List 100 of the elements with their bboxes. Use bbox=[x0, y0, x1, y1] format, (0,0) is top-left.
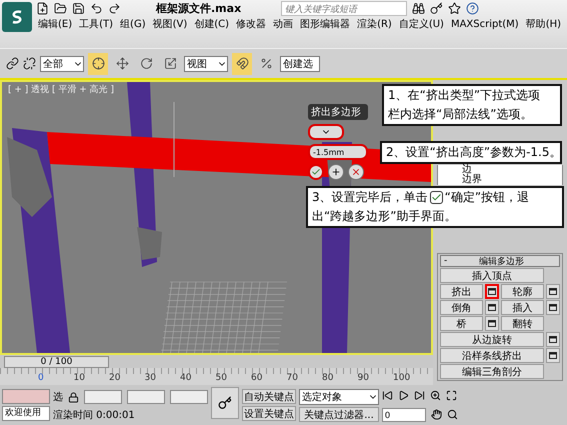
tool-button[interactable]: 插入 bbox=[501, 300, 544, 315]
menu-item[interactable]: 渲染(R) bbox=[355, 17, 394, 32]
snap-button[interactable] bbox=[232, 52, 252, 74]
settings-button[interactable] bbox=[485, 316, 499, 331]
plus-icon bbox=[331, 167, 341, 177]
tick-label: 100 bbox=[393, 373, 412, 383]
z-field[interactable] bbox=[170, 390, 208, 404]
rotate-icon[interactable] bbox=[140, 57, 152, 70]
skip-back-icon[interactable] bbox=[382, 390, 393, 401]
extrusion-type-dropdown[interactable] bbox=[308, 124, 344, 140]
frame-field[interactable]: 0 bbox=[382, 408, 426, 422]
settings-button[interactable] bbox=[546, 348, 560, 363]
named-selection-field[interactable]: 创建选 bbox=[280, 56, 320, 72]
link-icon[interactable] bbox=[6, 57, 19, 70]
list-item[interactable]: 边界 bbox=[462, 175, 562, 185]
unlink-icon[interactable] bbox=[23, 57, 36, 70]
tick-label: 80 bbox=[322, 373, 334, 383]
tool-button[interactable]: 轮廓 bbox=[501, 284, 544, 299]
tool-button[interactable]: 挤出 bbox=[440, 284, 483, 299]
settings-button[interactable] bbox=[485, 284, 499, 299]
menu-item[interactable]: 图形编辑器 bbox=[298, 17, 352, 32]
menu-item[interactable]: 工具(T) bbox=[77, 17, 116, 32]
menu-item[interactable]: 修改器 bbox=[234, 17, 268, 32]
status-swatch bbox=[2, 389, 50, 404]
tick-label: 40 bbox=[180, 373, 192, 383]
undo-icon[interactable] bbox=[90, 2, 103, 15]
menu-item[interactable]: 组(G) bbox=[118, 17, 148, 32]
selection-filter-dropdown[interactable]: 全部 bbox=[40, 56, 84, 72]
scale-icon[interactable] bbox=[164, 57, 176, 70]
key-icon[interactable] bbox=[430, 2, 443, 15]
key-mode-dropdown[interactable]: 选定对象 bbox=[299, 388, 379, 404]
binoculars-icon[interactable] bbox=[412, 2, 425, 15]
tool-button[interactable]: 沿样条线挤出 bbox=[440, 348, 544, 363]
tick-label: 30 bbox=[144, 373, 157, 383]
select-object-button[interactable] bbox=[88, 52, 108, 74]
auto-key-button[interactable]: 自动关键点 bbox=[242, 389, 296, 404]
height-field[interactable]: -1.5mm bbox=[308, 144, 368, 160]
search-icon[interactable] bbox=[447, 409, 458, 420]
window-icon bbox=[488, 304, 496, 311]
redo-icon[interactable] bbox=[108, 2, 121, 15]
viewport-label[interactable]: [ + ] 透视 [ 平滑 + 高光 ] bbox=[8, 83, 114, 96]
window-icon bbox=[549, 288, 557, 295]
tool-button[interactable]: 编辑三角剖分 bbox=[440, 364, 544, 379]
star-icon[interactable] bbox=[448, 2, 461, 15]
tool-button[interactable]: 桥 bbox=[440, 316, 483, 331]
time-slider-thumb[interactable]: 0 / 100 bbox=[4, 356, 109, 368]
rollout-header[interactable]: - 编辑多边形 bbox=[440, 255, 560, 267]
window-icon bbox=[549, 336, 557, 343]
callout-text: 3、设置完毕后，单击 bbox=[312, 189, 428, 206]
menu-item[interactable]: 编辑(E) bbox=[36, 17, 74, 32]
percent-icon[interactable] bbox=[260, 57, 272, 70]
skip-forward-icon[interactable] bbox=[414, 390, 425, 401]
close-icon bbox=[351, 167, 361, 177]
settings-button[interactable] bbox=[485, 300, 499, 315]
set-key-button[interactable]: 设置关键点 bbox=[242, 406, 296, 421]
menu-item[interactable]: MAXScript(M) bbox=[448, 17, 521, 32]
tool-button[interactable]: 倒角 bbox=[440, 300, 483, 315]
open-folder-icon[interactable] bbox=[54, 2, 67, 15]
window-icon bbox=[549, 304, 557, 311]
tick-label: 0 bbox=[38, 373, 45, 383]
key-filters-button[interactable]: 关键点过滤器... bbox=[299, 406, 379, 422]
window-title: 框架源文件.max bbox=[156, 1, 242, 16]
key-button[interactable] bbox=[211, 387, 239, 419]
help-icon[interactable] bbox=[466, 2, 479, 15]
new-file-icon[interactable] bbox=[36, 2, 49, 15]
play-icon[interactable] bbox=[398, 390, 409, 401]
move-icon[interactable] bbox=[116, 57, 128, 70]
tool-button[interactable]: 翻转 bbox=[501, 316, 544, 331]
subobject-list[interactable]: 边 边界 bbox=[437, 165, 563, 185]
tick-label: 90 bbox=[358, 373, 370, 383]
settings-button[interactable] bbox=[546, 300, 560, 315]
x-field[interactable] bbox=[84, 390, 122, 404]
menu-item[interactable]: 帮助(H) bbox=[524, 17, 564, 32]
pan-icon[interactable] bbox=[431, 409, 442, 420]
tool-button[interactable]: 插入顶点 bbox=[440, 268, 544, 283]
tick-label: 70 bbox=[286, 373, 299, 383]
menu-item[interactable]: 创建(C) bbox=[192, 17, 232, 32]
lock-icon[interactable] bbox=[68, 392, 79, 402]
settings-button[interactable] bbox=[546, 332, 560, 347]
maximize-icon[interactable] bbox=[446, 390, 457, 401]
save-icon[interactable] bbox=[72, 2, 85, 15]
magnet-icon[interactable] bbox=[236, 57, 248, 70]
tool-button[interactable]: 从边旋转 bbox=[440, 332, 544, 347]
menu-item[interactable]: 视图(V) bbox=[150, 17, 190, 32]
menu-item[interactable]: 自定义(U) bbox=[396, 17, 446, 32]
search-field[interactable]: 键入关键字或短语 bbox=[281, 1, 407, 16]
menu-item[interactable]: 动画 bbox=[271, 17, 296, 32]
time-slider-track[interactable]: 0 / 100 bbox=[0, 355, 433, 368]
app-logo[interactable] bbox=[2, 2, 32, 32]
y-field[interactable] bbox=[127, 390, 165, 404]
tick-label: 60 bbox=[251, 373, 264, 383]
coordinate-system-dropdown[interactable]: 视图 bbox=[184, 56, 228, 72]
key-icon bbox=[218, 396, 232, 410]
zoom-icon[interactable] bbox=[430, 390, 441, 401]
crosshair-icon[interactable] bbox=[92, 57, 104, 70]
window-icon bbox=[488, 320, 496, 327]
list-item[interactable]: 边 bbox=[462, 165, 562, 175]
window-icon bbox=[549, 352, 557, 359]
settings-button[interactable] bbox=[546, 284, 560, 299]
tick-label: 20 bbox=[109, 373, 122, 383]
